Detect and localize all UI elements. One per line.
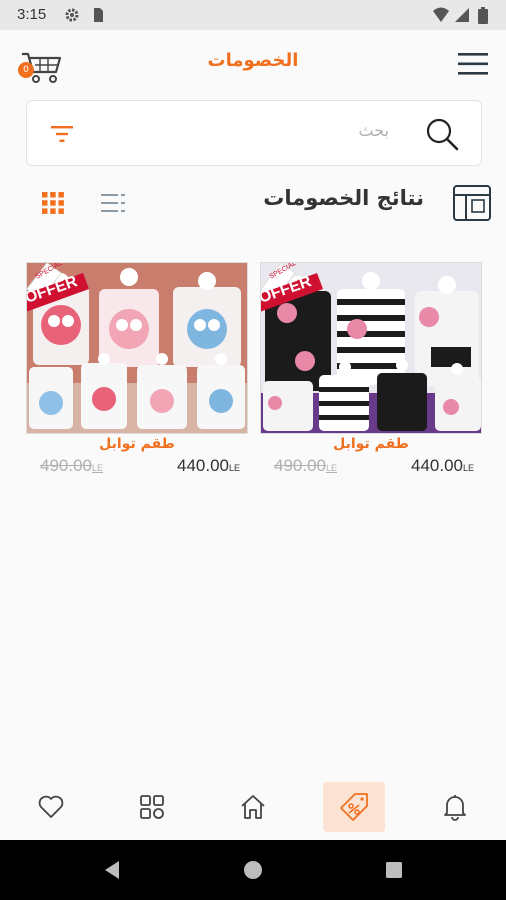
page-title: الخصومات: [207, 50, 299, 71]
offer-badge: SPECIAL OFFER: [27, 263, 89, 312]
offer-badge: SPECIAL OFFER: [261, 263, 323, 312]
bottom-nav: [0, 776, 506, 840]
product-prices: 490.00LE 440.00LE: [26, 456, 248, 482]
nav-offers[interactable]: [323, 782, 385, 832]
product-image[interactable]: SPECIAL OFFER: [260, 262, 482, 434]
nav-home[interactable]: [222, 782, 284, 832]
grid-view-icon[interactable]: [42, 192, 64, 214]
app-bar: 0 الخصومات: [0, 30, 506, 98]
product-name[interactable]: طقم توابل: [260, 436, 482, 452]
nav-favorites[interactable]: [20, 782, 82, 832]
status-time: 3:15: [17, 6, 47, 23]
home-circle-icon[interactable]: [243, 860, 263, 880]
sale-price: 440.00LE: [410, 456, 474, 475]
product-card[interactable]: SPECIAL OFFER طقم توابل 490.00LE 440.00L…: [26, 262, 248, 482]
settings-icon: [65, 8, 79, 22]
results-header: نتائج الخصومات: [0, 180, 506, 224]
signal-icon: [455, 8, 469, 22]
bell-icon: [444, 795, 466, 821]
results-title: نتائج الخصومات: [263, 186, 424, 210]
back-icon[interactable]: [103, 860, 121, 880]
product-image[interactable]: SPECIAL OFFER: [26, 262, 248, 434]
search-bar[interactable]: بحث: [26, 100, 482, 166]
old-price: 490.00LE: [274, 456, 338, 475]
filter-icon[interactable]: [51, 125, 73, 143]
nav-notifications[interactable]: [424, 782, 486, 832]
battery-icon: [478, 7, 488, 24]
sale-price: 440.00LE: [176, 456, 240, 475]
wifi-icon: [433, 7, 449, 22]
sim-card-icon: [94, 8, 103, 22]
status-bar: 3:15: [0, 0, 506, 30]
recents-icon[interactable]: [385, 861, 403, 879]
product-prices: 490.00LE 440.00LE: [260, 456, 482, 482]
list-view-icon[interactable]: [101, 192, 125, 214]
nav-categories[interactable]: [121, 782, 183, 832]
search-input[interactable]: بحث: [359, 121, 390, 140]
home-icon: [241, 795, 265, 819]
menu-icon[interactable]: [458, 52, 488, 76]
heart-icon: [38, 795, 64, 818]
old-price: 490.00LE: [40, 456, 104, 475]
search-icon[interactable]: [425, 117, 459, 151]
product-card[interactable]: SPECIAL OFFER طقم توابل 490.00LE 440.00L…: [260, 262, 482, 482]
offers-tag-icon: [340, 793, 368, 821]
system-nav-bar: [0, 840, 506, 900]
product-name[interactable]: طقم توابل: [26, 436, 248, 452]
template-icon: [453, 185, 491, 221]
categories-icon: [140, 795, 164, 819]
